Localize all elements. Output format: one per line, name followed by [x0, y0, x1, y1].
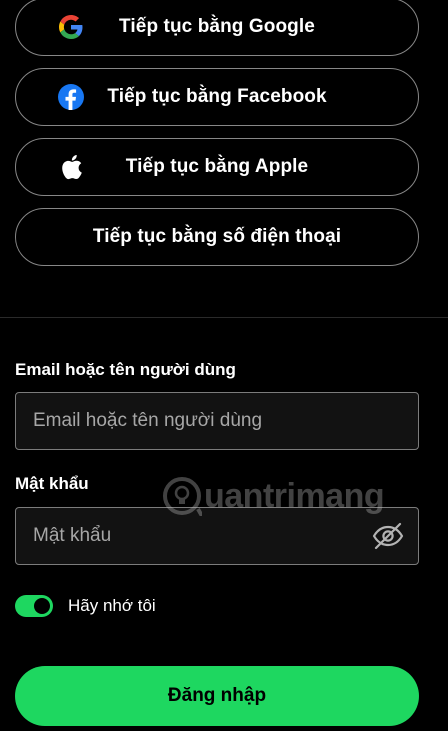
continue-with-phone-label: Tiếp tục bằng số điện thoại [92, 226, 342, 247]
continue-with-google-label: Tiếp tục bằng Google [119, 16, 315, 37]
google-icon [58, 14, 84, 40]
email-input[interactable] [16, 393, 418, 449]
remember-me-label: Hãy nhớ tôi [68, 596, 156, 615]
remember-me-toggle[interactable] [15, 595, 53, 617]
login-button-label: Đăng nhập [167, 685, 267, 706]
eye-off-icon[interactable] [372, 522, 404, 550]
continue-with-phone-button[interactable]: Tiếp tục bằng số điện thoại [15, 208, 419, 266]
continue-with-apple-button[interactable]: Tiếp tục bằng Apple [15, 138, 419, 196]
remember-me-row: Hãy nhớ tôi [15, 595, 156, 617]
toggle-knob [34, 598, 50, 614]
password-field-label: Mật khẩu [15, 474, 89, 493]
email-field-label: Email hoặc tên người dùng [15, 360, 236, 379]
continue-with-apple-label: Tiếp tục bằng Apple [125, 156, 309, 177]
password-input[interactable] [16, 508, 418, 564]
login-button[interactable]: Đăng nhập [15, 666, 419, 726]
continue-with-facebook-label: Tiếp tục bằng Facebook [107, 86, 327, 107]
email-field[interactable] [15, 392, 419, 450]
continue-with-google-button[interactable]: Tiếp tục bằng Google [15, 0, 419, 56]
password-field[interactable] [15, 507, 419, 565]
section-divider [0, 317, 448, 318]
facebook-icon [58, 84, 84, 110]
apple-icon [58, 154, 84, 180]
continue-with-facebook-button[interactable]: Tiếp tục bằng Facebook [15, 68, 419, 126]
